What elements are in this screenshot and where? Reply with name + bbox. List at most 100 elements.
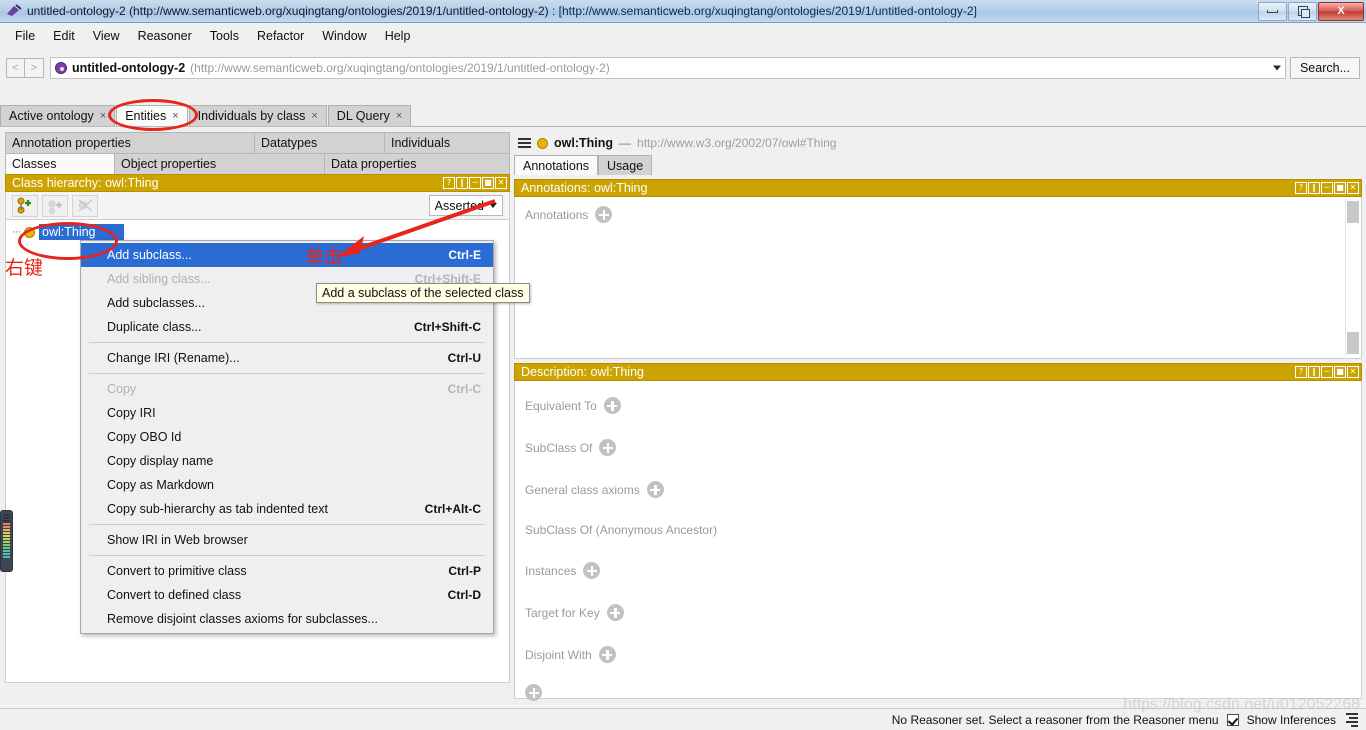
field-label: Instances: [525, 563, 577, 578]
menu-item-accelerator: Ctrl-P: [448, 564, 481, 578]
annotations-scrollbar[interactable]: [1345, 199, 1359, 356]
tab-annotations[interactable]: Annotations: [514, 155, 599, 175]
chevron-down-icon[interactable]: [489, 203, 497, 208]
view-mode-label: Asserted: [434, 198, 484, 213]
minimize-panel-icon[interactable]: ─: [1321, 182, 1333, 194]
tab-individuals-by-class[interactable]: Individuals by class ×: [188, 105, 327, 126]
tab-individuals[interactable]: Individuals: [385, 132, 510, 153]
entity-type-tabs-bottom: Classes Object properties Data propertie…: [5, 153, 510, 174]
forward-button[interactable]: >: [25, 58, 44, 78]
menu-view[interactable]: View: [84, 26, 129, 46]
close-panel-icon[interactable]: ✕: [1347, 182, 1359, 194]
add-general-class-axiom-icon[interactable]: [646, 481, 664, 498]
maximize-panel-icon[interactable]: ■: [1334, 182, 1346, 194]
tab-dl-query[interactable]: DL Query ×: [327, 105, 412, 126]
add-subclass-icon[interactable]: [12, 194, 38, 217]
tab-active-ontology[interactable]: Active ontology ×: [0, 105, 116, 126]
menu-copy-iri[interactable]: Copy IRI: [81, 401, 493, 425]
menu-copy-sub-hierarchy[interactable]: Copy sub-hierarchy as tab indented text …: [81, 497, 493, 521]
close-icon[interactable]: ×: [172, 110, 178, 122]
tab-entities[interactable]: Entities ×: [116, 105, 188, 126]
menu-window[interactable]: Window: [313, 26, 375, 46]
split-icon[interactable]: ‖: [1308, 366, 1320, 378]
menu-show-iri-in-web-browser[interactable]: Show IRI in Web browser: [81, 528, 493, 552]
restore-button[interactable]: [1288, 1, 1317, 21]
tree-item-owl-thing[interactable]: ··· owl:Thing: [6, 223, 509, 241]
add-annotation-icon[interactable]: [595, 206, 613, 223]
add-instance-icon[interactable]: [583, 562, 601, 579]
add-subclass-of-icon[interactable]: [599, 439, 617, 456]
scrollbar-thumb[interactable]: [1347, 201, 1359, 223]
close-panel-icon[interactable]: ✕: [1347, 366, 1359, 378]
close-icon[interactable]: ×: [100, 110, 106, 122]
menu-reasoner[interactable]: Reasoner: [129, 26, 201, 46]
minimize-panel-icon[interactable]: ─: [1321, 366, 1333, 378]
menu-add-subclass[interactable]: Add subclass... Ctrl-E: [81, 243, 493, 267]
add-row-icon[interactable]: [525, 684, 542, 701]
show-inferences-label: Show Inferences: [1246, 712, 1336, 727]
close-panel-icon[interactable]: ✕: [495, 177, 507, 189]
add-target-for-key-icon[interactable]: [606, 604, 624, 621]
menu-duplicate-class[interactable]: Duplicate class... Ctrl+Shift-C: [81, 315, 493, 339]
menu-convert-to-defined-class[interactable]: Convert to defined class Ctrl-D: [81, 583, 493, 607]
split-icon[interactable]: ‖: [456, 177, 468, 189]
menu-convert-to-primitive-class[interactable]: Convert to primitive class Ctrl-P: [81, 559, 493, 583]
app-icon: [4, 2, 24, 20]
tab-annotation-properties[interactable]: Annotation properties: [5, 132, 255, 153]
tab-usage[interactable]: Usage: [598, 155, 653, 175]
menu-copy-obo-id[interactable]: Copy OBO Id: [81, 425, 493, 449]
split-icon[interactable]: ‖: [1308, 182, 1320, 194]
description-row-general-class-axioms: General class axioms: [515, 465, 1361, 507]
menu-separator: [89, 373, 485, 374]
tab-label: Entities: [125, 109, 167, 123]
menu-copy-display-name[interactable]: Copy display name: [81, 449, 493, 473]
add-disjoint-with-icon[interactable]: [598, 646, 616, 663]
menu-file[interactable]: File: [6, 26, 44, 46]
maximize-panel-icon[interactable]: ■: [482, 177, 494, 189]
help-icon[interactable]: ?: [1295, 182, 1307, 194]
chevron-down-icon[interactable]: [1272, 65, 1281, 71]
tab-label: Individuals by class: [197, 109, 306, 123]
close-button[interactable]: X: [1318, 1, 1364, 21]
maximize-panel-icon[interactable]: ■: [1334, 366, 1346, 378]
show-inferences-checkbox[interactable]: [1226, 713, 1239, 726]
minimize-panel-icon[interactable]: ─: [469, 177, 481, 189]
help-icon[interactable]: ?: [1295, 366, 1307, 378]
back-button[interactable]: <: [6, 58, 25, 78]
menu-tools[interactable]: Tools: [201, 26, 248, 46]
menu-icon[interactable]: [518, 136, 531, 150]
floating-palette-widget[interactable]: [0, 510, 13, 572]
panel-header-icons: ? ‖ ─ ■ ✕: [1295, 182, 1359, 194]
menu-refactor[interactable]: Refactor: [248, 26, 313, 46]
window-controls: X: [1257, 1, 1364, 22]
help-icon[interactable]: ?: [443, 177, 455, 189]
description-section: Description: owl:Thing ? ‖ ─ ■ ✕ Equival…: [514, 363, 1362, 701]
menu-remove-disjoint-classes-axioms[interactable]: Remove disjoint classes axioms for subcl…: [81, 607, 493, 631]
tab-classes[interactable]: Classes: [5, 153, 115, 174]
menu-change-iri[interactable]: Change IRI (Rename)... Ctrl-U: [81, 346, 493, 370]
menu-item-label: Copy: [107, 382, 137, 396]
menu-copy-as-markdown[interactable]: Copy as Markdown: [81, 473, 493, 497]
description-row-equivalent-to: Equivalent To: [515, 381, 1361, 423]
search-button[interactable]: Search...: [1289, 57, 1360, 79]
annotations-section: Annotations: owl:Thing ? ‖ ─ ■ ✕ Annotat…: [514, 179, 1362, 359]
protege-window: untitled-ontology-2 (http://www.semantic…: [0, 0, 1366, 730]
close-icon[interactable]: ×: [396, 110, 402, 122]
title-bar: untitled-ontology-2 (http://www.semantic…: [0, 0, 1366, 23]
tab-datatypes[interactable]: Datatypes: [255, 132, 385, 153]
minimize-button[interactable]: [1258, 1, 1287, 21]
ontology-iri-field[interactable]: untitled-ontology-2 (http://www.semantic…: [50, 57, 1286, 79]
tab-object-properties[interactable]: Object properties: [115, 153, 325, 174]
add-equivalent-to-icon[interactable]: [603, 397, 621, 414]
menu-edit[interactable]: Edit: [44, 26, 84, 46]
field-label: Disjoint With: [525, 647, 592, 662]
menu-help[interactable]: Help: [376, 26, 420, 46]
view-mode-select[interactable]: Asserted: [428, 195, 503, 216]
tab-data-properties[interactable]: Data properties: [325, 153, 510, 174]
entity-name-label: owl:Thing: [554, 136, 614, 150]
ontology-address-bar: < > untitled-ontology-2 (http://www.sema…: [0, 54, 1366, 82]
close-icon[interactable]: ×: [311, 110, 317, 122]
menu-item-label: Copy OBO Id: [107, 430, 182, 444]
delete-class-icon: [72, 194, 98, 217]
scrollbar-thumb[interactable]: [1347, 332, 1359, 354]
